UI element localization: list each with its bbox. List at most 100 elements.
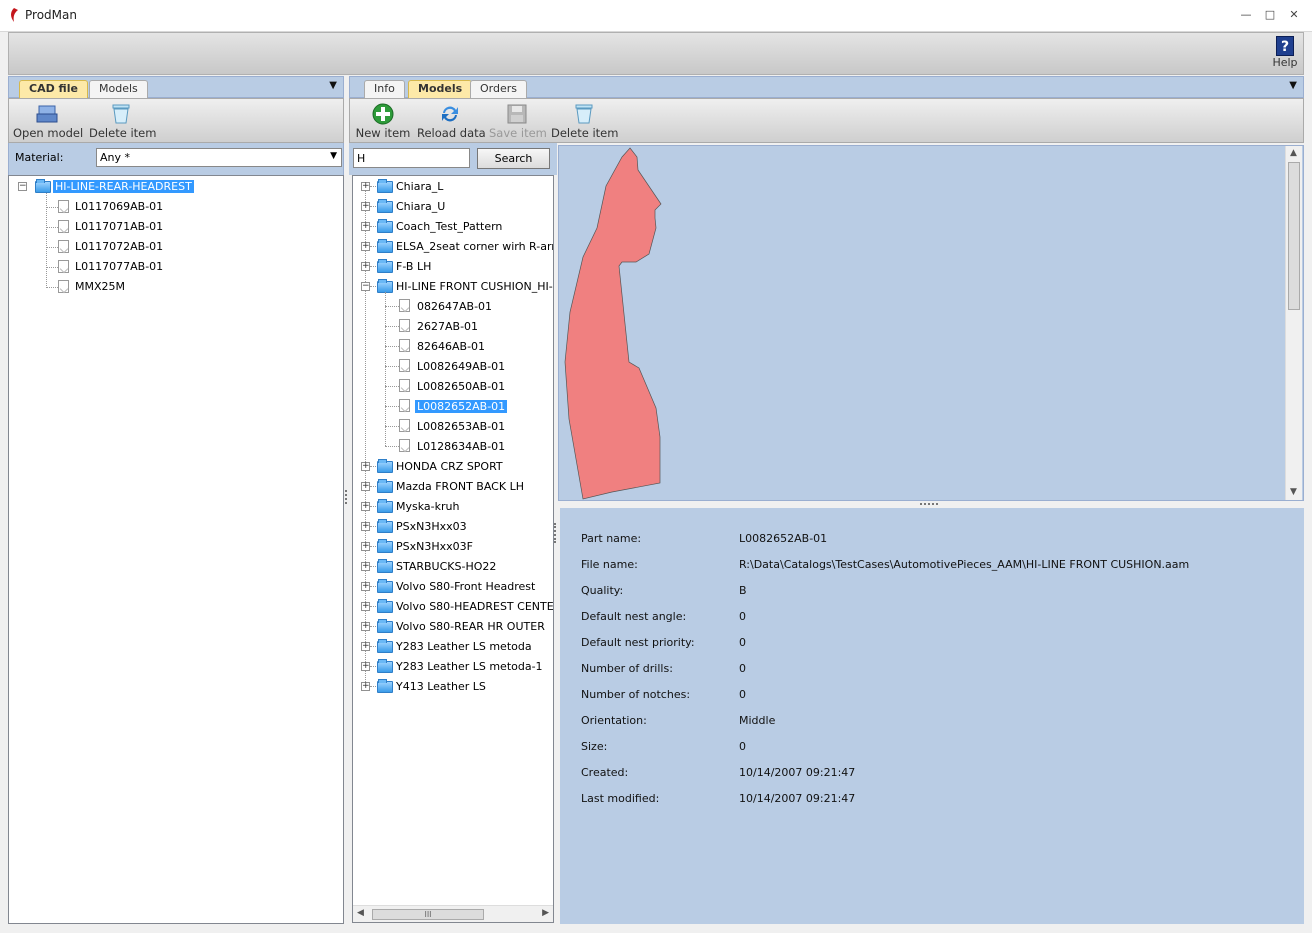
expand-icon[interactable]: + — [361, 602, 370, 611]
tree-root[interactable]: HI-LINE-REAR-HEADREST — [53, 177, 194, 197]
expand-icon[interactable]: + — [361, 582, 370, 591]
tree-item[interactable]: L0082650AB-01 — [417, 377, 505, 397]
folder-icon — [377, 459, 393, 473]
expand-icon[interactable]: + — [361, 262, 370, 271]
scroll-thumb[interactable] — [1288, 162, 1300, 310]
tree-folder[interactable]: HONDA CRZ SPORT — [396, 457, 503, 477]
search-input[interactable] — [353, 148, 470, 168]
tree-folder[interactable]: Volvo S80-HEADREST CENTER — [396, 597, 553, 617]
expand-icon[interactable]: + — [361, 482, 370, 491]
collapse-icon[interactable]: − — [361, 282, 370, 291]
folder-icon — [377, 639, 393, 653]
horizontal-splitter[interactable] — [558, 501, 1304, 508]
vertical-splitter[interactable] — [345, 490, 348, 504]
search-button[interactable]: Search — [477, 148, 550, 169]
tree-item[interactable]: L0117072AB-01 — [75, 237, 163, 257]
tree-item[interactable]: L0082649AB-01 — [417, 357, 505, 377]
maximize-icon[interactable]: □ — [1259, 6, 1281, 24]
panel-menu-icon[interactable]: ▼ — [1289, 80, 1297, 91]
save-item-label: Save item — [489, 126, 547, 140]
tab-cad-file[interactable]: CAD file — [19, 80, 88, 98]
scroll-down-icon[interactable]: ▼ — [1290, 487, 1297, 497]
horizontal-scrollbar[interactable]: ◀ III ▶ — [353, 905, 553, 922]
tree-folder[interactable]: Y283 Leather LS metoda-1 — [396, 657, 543, 677]
scroll-right-icon[interactable]: ▶ — [542, 908, 549, 918]
details-panel: Part name: L0082652AB-01 File name: R:\Data… — [560, 508, 1304, 924]
vertical-splitter[interactable] — [554, 523, 557, 543]
tab-info[interactable]: Info — [364, 80, 405, 98]
expand-icon[interactable]: + — [361, 562, 370, 571]
file-icon — [399, 439, 410, 452]
tree-item[interactable]: L0082653AB-01 — [417, 417, 505, 437]
tree-folder[interactable]: Volvo S80-Front Headrest — [396, 577, 535, 597]
piece-preview: ▲ ▼ — [558, 145, 1304, 501]
tree-item[interactable]: L0117069AB-01 — [75, 197, 163, 217]
expand-icon[interactable]: + — [361, 622, 370, 631]
detail-label: Quality: — [581, 584, 624, 597]
panel-menu-icon[interactable]: ▼ — [329, 80, 337, 91]
tree-folder[interactable]: PSxN3Hxx03 — [396, 517, 467, 537]
tree-folder[interactable]: STARBUCKS-HO22 — [396, 557, 496, 577]
expand-icon[interactable]: + — [361, 522, 370, 531]
scroll-thumb[interactable]: III — [372, 909, 484, 920]
file-icon — [399, 299, 410, 312]
expand-icon[interactable]: + — [361, 242, 370, 251]
tree-folder[interactable]: Chiara_L — [396, 177, 443, 197]
new-item-button[interactable]: New item — [354, 101, 412, 141]
delete-item-button-left[interactable]: Delete item — [89, 101, 156, 141]
tree-item[interactable]: L0128634AB-01 — [417, 437, 505, 457]
file-icon — [58, 280, 69, 293]
file-icon — [399, 379, 410, 392]
tree-item[interactable]: L0117071AB-01 — [75, 217, 163, 237]
minimize-icon[interactable]: — — [1235, 6, 1257, 24]
save-item-button[interactable]: Save item — [489, 101, 547, 141]
tree-folder[interactable]: Y413 Leather LS — [396, 677, 486, 697]
file-icon — [399, 359, 410, 372]
tree-folder[interactable]: HI-LINE FRONT CUSHION_HI-LIN — [396, 277, 553, 297]
tab-models-left[interactable]: Models — [89, 80, 148, 98]
tree-item-selected[interactable]: L0082652AB-01 — [415, 397, 508, 417]
expand-icon[interactable]: + — [361, 182, 370, 191]
tree-folder[interactable]: F-B LH — [396, 257, 431, 277]
scroll-up-icon[interactable]: ▲ — [1290, 148, 1297, 158]
file-icon — [58, 260, 69, 273]
vertical-scrollbar[interactable]: ▲ ▼ — [1285, 146, 1302, 500]
tree-item[interactable]: 082647AB-01 — [417, 297, 492, 317]
expand-icon[interactable]: + — [361, 642, 370, 651]
detail-value: Middle — [739, 714, 776, 727]
help-button[interactable]: ? Help — [1267, 33, 1303, 75]
expand-icon[interactable]: + — [361, 542, 370, 551]
expand-icon[interactable]: + — [361, 462, 370, 471]
tree-folder[interactable]: Myska-kruh — [396, 497, 459, 517]
tree-folder[interactable]: ELSA_2seat corner wirh R-armre — [396, 237, 553, 257]
tree-folder[interactable]: Chiara_U — [396, 197, 445, 217]
tree-item[interactable]: MMX25M — [75, 277, 125, 297]
file-icon — [58, 220, 69, 233]
open-model-button[interactable]: Open model — [13, 101, 83, 141]
new-item-label: New item — [355, 126, 411, 140]
tree-folder[interactable]: Volvo S80-REAR HR OUTER — [396, 617, 545, 637]
delete-item-button[interactable]: Delete item — [551, 101, 618, 141]
reload-data-button[interactable]: Reload data — [417, 101, 486, 141]
tree-item[interactable]: L0117077AB-01 — [75, 257, 163, 277]
tree-item[interactable]: 2627AB-01 — [417, 317, 478, 337]
material-select[interactable]: Any * ▼ — [96, 148, 342, 167]
collapse-icon[interactable]: − — [18, 182, 27, 191]
expand-icon[interactable]: + — [361, 202, 370, 211]
tree-folder[interactable]: Y283 Leather LS metoda — [396, 637, 532, 657]
expand-icon[interactable]: + — [361, 682, 370, 691]
expand-icon[interactable]: + — [361, 222, 370, 231]
expand-icon[interactable]: + — [361, 662, 370, 671]
tree-folder[interactable]: Coach_Test_Pattern — [396, 217, 502, 237]
folder-icon — [377, 239, 393, 253]
close-icon[interactable]: ✕ — [1283, 6, 1305, 24]
tab-models[interactable]: Models — [408, 80, 473, 98]
tab-orders[interactable]: Orders — [470, 80, 527, 98]
scroll-left-icon[interactable]: ◀ — [357, 908, 364, 918]
tree-folder[interactable]: Mazda FRONT BACK LH — [396, 477, 524, 497]
chevron-down-icon: ▼ — [330, 151, 337, 161]
tree-folder[interactable]: PSxN3Hxx03F — [396, 537, 473, 557]
expand-icon[interactable]: + — [361, 502, 370, 511]
right-toolbar: New item Reload data Save item Delete it… — [349, 98, 1304, 143]
tree-item[interactable]: 82646AB-01 — [417, 337, 485, 357]
